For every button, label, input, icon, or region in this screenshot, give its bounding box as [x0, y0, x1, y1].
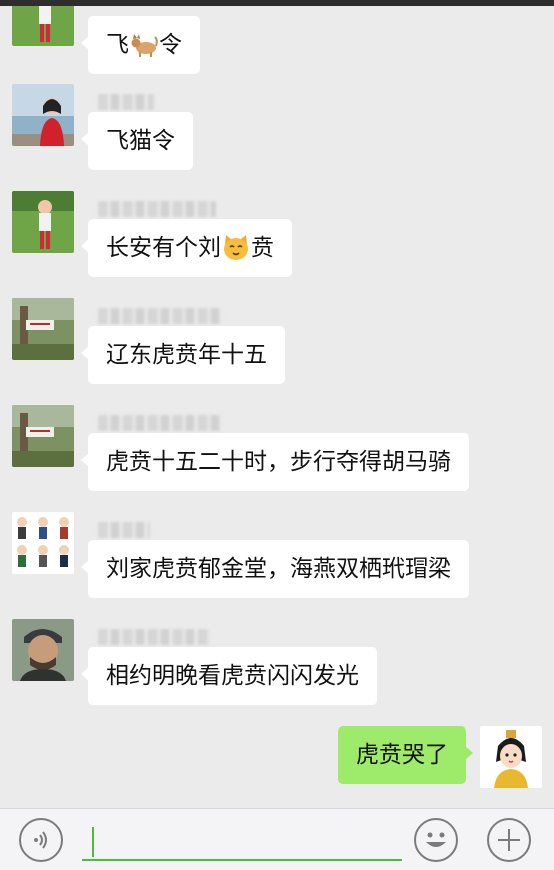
message-text: 令 — [159, 32, 182, 58]
message-input[interactable] — [82, 823, 402, 861]
voice-button[interactable] — [19, 818, 63, 862]
sender-name-blurred — [98, 629, 210, 645]
sender-name-blurred — [98, 94, 154, 110]
message-bubble[interactable]: 飞猫令 — [81, 112, 193, 170]
message-text: 飞 — [106, 32, 129, 58]
message-text: 虎贲哭了 — [356, 742, 448, 768]
emoji-icon — [426, 832, 446, 847]
message-bubble[interactable]: 辽东虎贲年十五 — [81, 326, 285, 384]
message-bubble[interactable]: 长安有个刘 贲 — [81, 219, 292, 277]
message-text: 虎贲十五二十时，步行夺得胡马骑 — [106, 449, 451, 475]
text-cursor — [92, 827, 94, 857]
chat-list[interactable]: 飞 令 飞猫令 长安有个刘 贲 辽东虎贲年十五 虎贲十五二十时，步行夺得胡马骑 … — [0, 6, 554, 808]
message-bubble[interactable]: 相约明晚看虎贲闪闪发光 — [81, 647, 377, 705]
girl-on-grass-avatar[interactable] — [12, 6, 74, 46]
message-text: 长安有个刘 — [106, 235, 221, 261]
tree-with-sign-avatar[interactable] — [12, 298, 74, 360]
cat-face-emoji — [222, 233, 250, 261]
plus-icon — [498, 829, 520, 851]
message-bubble[interactable]: 虎贲十五二十时，步行夺得胡马骑 — [81, 433, 469, 491]
message-text: 贲 — [251, 235, 274, 261]
sender-name-blurred — [98, 308, 222, 324]
sender-name-blurred — [98, 201, 216, 217]
input-toolbar — [0, 808, 554, 870]
message-text: 刘家虎贲郁金堂，海燕双栖玳瑁梁 — [106, 556, 451, 582]
sender-name-blurred — [98, 522, 150, 538]
cartoon-lady-avatar[interactable] — [480, 726, 542, 788]
message-text: 相约明晚看虎贲闪闪发光 — [106, 663, 359, 689]
woman-by-lake-avatar[interactable] — [12, 84, 74, 146]
voice-icon — [34, 831, 47, 849]
cat-photo-emoji — [130, 29, 158, 58]
sender-name-blurred — [98, 415, 222, 431]
more-button[interactable] — [487, 818, 531, 862]
message-bubble[interactable]: 飞 令 — [81, 16, 200, 74]
emoji-button[interactable] — [414, 818, 458, 862]
message-text: 飞猫令 — [106, 128, 175, 154]
cartoon-group-avatar[interactable] — [12, 512, 74, 574]
my-message-bubble[interactable]: 虎贲哭了 — [338, 726, 473, 784]
message-bubble[interactable]: 刘家虎贲郁金堂，海燕双栖玳瑁梁 — [81, 540, 469, 598]
message-text: 辽东虎贲年十五 — [106, 342, 267, 368]
girl-on-grass-avatar[interactable] — [12, 191, 74, 253]
man-portrait-avatar[interactable] — [12, 619, 74, 681]
tree-with-sign-avatar[interactable] — [12, 405, 74, 467]
